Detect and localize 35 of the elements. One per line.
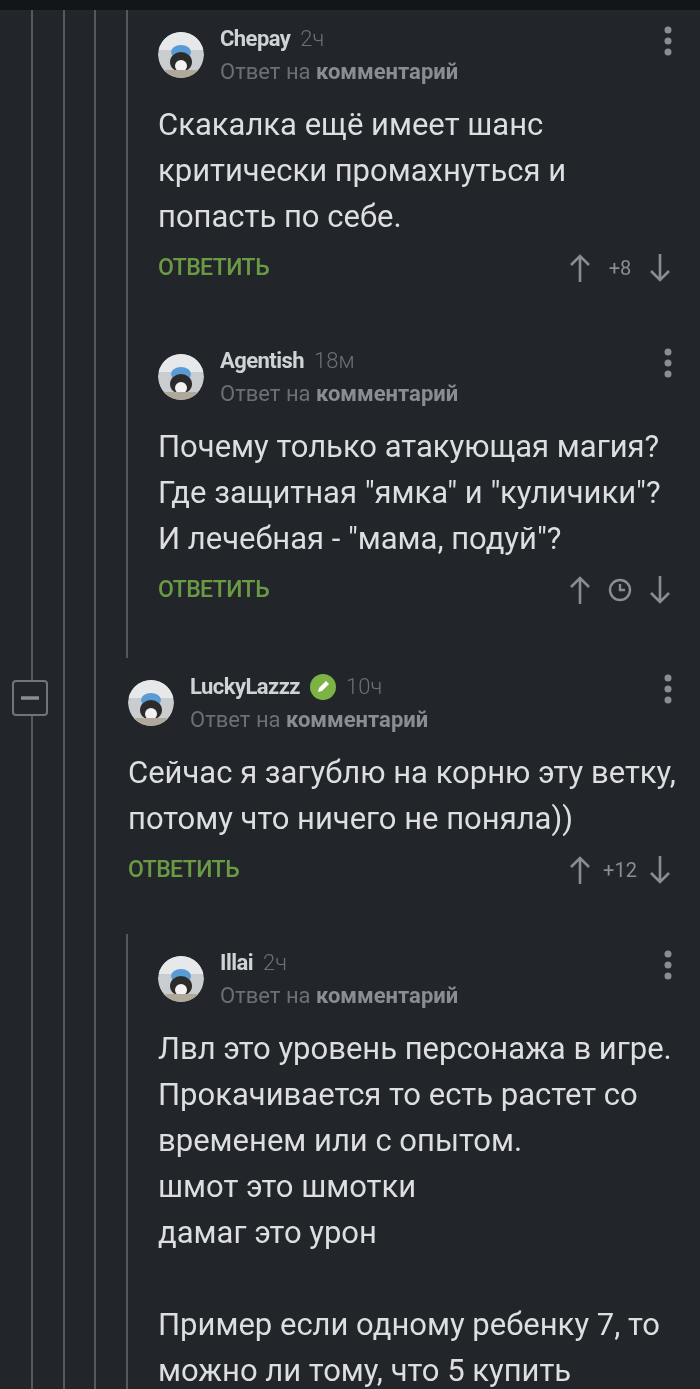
comment-text: Почему только атакующая магия? Где защитная "ямка" и "куличики"? И лечебная - "мама, подуй"?: [158, 427, 662, 559]
timestamp: 18м: [314, 347, 355, 375]
rating-score: +8: [607, 255, 633, 282]
clock-icon: [608, 578, 632, 602]
reply-info: Ответ на комментарий: [190, 706, 430, 734]
more-icon[interactable]: [664, 348, 672, 378]
timestamp: 2ч: [262, 949, 287, 977]
timestamp: 10ч: [346, 673, 383, 701]
arrow-down-icon[interactable]: [648, 855, 672, 885]
arrow-down-icon[interactable]: [648, 253, 672, 283]
timestamp: 2ч: [300, 25, 325, 53]
rating-score: +12: [602, 857, 638, 884]
comment-text: Сейчас я загублю на корню эту ветку, потому что ничего не поняла)): [128, 753, 677, 839]
username[interactable]: LuckyLazzz: [190, 670, 300, 703]
minus-icon: [21, 696, 39, 700]
collapse-toggle[interactable]: [12, 680, 48, 716]
reply-link[interactable]: ОТВЕТИТЬ: [158, 250, 269, 286]
reply-link[interactable]: ОТВЕТИТЬ: [128, 852, 239, 888]
reply-link[interactable]: ОТВЕТИТЬ: [158, 572, 269, 608]
comment-text: Скакалка ещё имеет шанс критически промахнуться и попасть по себе.: [158, 105, 568, 237]
reply-info: Ответ на комментарий: [220, 982, 460, 1010]
arrow-down-icon[interactable]: [648, 575, 672, 605]
more-icon[interactable]: [664, 674, 672, 704]
reply-info: Ответ на комментарий: [220, 380, 460, 408]
comment-text: Лвл это уровень персонажа в игре. Прокачивается то есть растет со временем или с опытом. шмот это шмотки дамаг это урон Пример если одному ребенку 7, то можно ли тому, что 5 купить: [158, 1029, 673, 1389]
more-icon[interactable]: [664, 26, 672, 56]
arrow-up-icon[interactable]: [568, 855, 592, 885]
arrow-up-icon[interactable]: [568, 575, 592, 605]
username[interactable]: Illai: [220, 946, 253, 979]
arrow-up-icon[interactable]: [568, 253, 592, 283]
reply-info: Ответ на комментарий: [220, 58, 460, 86]
username[interactable]: Chepay: [220, 22, 291, 55]
pencil-badge-icon: [310, 673, 336, 700]
more-icon[interactable]: [664, 950, 672, 980]
username[interactable]: Agentish: [220, 344, 305, 377]
